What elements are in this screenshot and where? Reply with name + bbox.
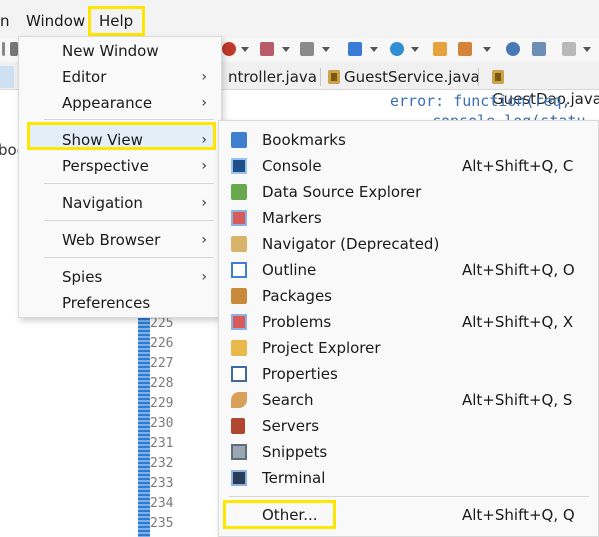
servers-icon bbox=[231, 418, 245, 434]
chevron-down-icon[interactable] bbox=[241, 47, 249, 52]
menu-bar: n Window Help bbox=[0, 0, 599, 38]
chevron-down-icon[interactable] bbox=[282, 47, 290, 52]
snippets-icon bbox=[231, 444, 247, 460]
project-explorer-icon bbox=[231, 340, 247, 356]
scope-indicator-bar bbox=[138, 290, 150, 537]
chevron-right-icon: › bbox=[201, 69, 207, 85]
chevron-down-icon[interactable] bbox=[483, 47, 491, 52]
run-icon[interactable] bbox=[222, 42, 236, 56]
open-folder-icon[interactable] bbox=[433, 42, 447, 56]
menu-item-project-explorer[interactable]: Project Explorer bbox=[219, 335, 599, 361]
tab-guest-service[interactable]: GuestService.java bbox=[328, 66, 480, 88]
menu-item-packages[interactable]: Packages bbox=[219, 283, 599, 309]
toolbar-grip-icon bbox=[2, 42, 5, 56]
menu-item-snippets[interactable]: Snippets bbox=[219, 439, 599, 465]
menu-item-web-browser[interactable]: Web Browser › bbox=[19, 227, 221, 253]
menu-item-outline[interactable]: Outline Alt+Shift+Q, O bbox=[219, 257, 599, 283]
java-file-icon bbox=[328, 70, 340, 84]
packages-icon bbox=[231, 288, 247, 304]
new-class-icon[interactable] bbox=[390, 42, 404, 56]
search-icon[interactable] bbox=[532, 42, 546, 56]
line-number: 229 bbox=[150, 396, 174, 411]
chevron-right-icon: › bbox=[201, 232, 207, 248]
menu-separator bbox=[44, 119, 214, 120]
menu-item-search[interactable]: Search Alt+Shift+Q, S bbox=[219, 387, 599, 413]
tab-guest-dao[interactable]: GuestDao.java bbox=[492, 66, 599, 108]
menu-item-problems[interactable]: Problems Alt+Shift+Q, X bbox=[219, 309, 599, 335]
rocket-icon[interactable] bbox=[458, 42, 472, 56]
line-number: 228 bbox=[150, 376, 174, 391]
menu-item-appearance[interactable]: Appearance › bbox=[19, 90, 221, 116]
menu-item-navigation[interactable]: Navigation › bbox=[19, 190, 221, 216]
code-line: console.log(statu bbox=[432, 112, 586, 120]
data-source-explorer-icon bbox=[231, 184, 247, 200]
navigator-icon bbox=[231, 236, 247, 252]
menu-separator bbox=[229, 496, 589, 497]
chevron-right-icon: › bbox=[201, 158, 207, 174]
line-number: 234 bbox=[150, 496, 174, 511]
menu-item-properties[interactable]: Properties bbox=[219, 361, 599, 387]
line-number: 232 bbox=[150, 456, 174, 471]
menu-item-spies[interactable]: Spies › bbox=[19, 264, 221, 290]
chevron-right-icon: › bbox=[201, 195, 207, 211]
chevron-right-icon: › bbox=[201, 132, 207, 148]
menu-item-perspective[interactable]: Perspective › bbox=[19, 153, 221, 179]
tab-divider bbox=[320, 68, 321, 86]
problems-icon bbox=[231, 314, 247, 330]
menu-separator bbox=[44, 220, 214, 221]
line-number: 233 bbox=[150, 476, 174, 491]
properties-icon bbox=[231, 366, 247, 382]
java-file-icon bbox=[492, 70, 504, 84]
code-line: error: function(req, bbox=[390, 92, 571, 110]
line-number: 226 bbox=[150, 336, 174, 351]
menu-separator bbox=[44, 183, 214, 184]
stop-icon[interactable] bbox=[260, 42, 274, 56]
outline-icon bbox=[231, 262, 247, 278]
menu-item-markers[interactable]: Markers bbox=[219, 205, 599, 231]
console-icon bbox=[231, 158, 247, 174]
menu-item-navigator[interactable]: Navigator (Deprecated) bbox=[219, 231, 599, 257]
line-numbers: 225 226 227 228 229 230 231 232 233 234 … bbox=[150, 314, 184, 534]
chevron-down-icon[interactable] bbox=[411, 47, 419, 52]
external-tools-icon[interactable] bbox=[300, 42, 314, 56]
tab-controller[interactable]: ntroller.java bbox=[228, 66, 317, 88]
menu-item-console[interactable]: Console Alt+Shift+Q, C bbox=[219, 153, 599, 179]
menu-window[interactable]: Window bbox=[22, 8, 89, 34]
line-number: 235 bbox=[150, 516, 174, 531]
search-icon bbox=[231, 392, 247, 408]
terminal-icon bbox=[231, 470, 247, 486]
chevron-right-icon: › bbox=[201, 95, 207, 111]
bookmarks-icon bbox=[231, 132, 247, 148]
globe-icon[interactable] bbox=[506, 42, 520, 56]
line-number: 231 bbox=[150, 436, 174, 451]
left-view-tab[interactable] bbox=[0, 66, 14, 88]
chevron-down-icon[interactable] bbox=[583, 47, 591, 52]
chevron-down-icon[interactable] bbox=[322, 47, 330, 52]
menu-item-data-source-explorer[interactable]: Data Source Explorer bbox=[219, 179, 599, 205]
menu-item-servers[interactable]: Servers bbox=[219, 413, 599, 439]
line-number: 230 bbox=[150, 416, 174, 431]
chevron-right-icon: › bbox=[201, 269, 207, 285]
next-annotation-icon[interactable] bbox=[562, 42, 576, 56]
toolbar-grip-icon bbox=[10, 42, 18, 56]
line-number: 227 bbox=[150, 356, 174, 371]
show-view-submenu: Bookmarks Console Alt+Shift+Q, C Data So… bbox=[218, 120, 599, 537]
menu-run[interactable]: n bbox=[0, 8, 14, 34]
menu-item-preferences[interactable]: Preferences bbox=[19, 290, 221, 316]
tab-divider bbox=[478, 68, 479, 86]
menu-item-show-view[interactable]: Show View › bbox=[19, 127, 221, 153]
menu-item-terminal[interactable]: Terminal bbox=[219, 465, 599, 491]
menu-help[interactable]: Help bbox=[88, 6, 145, 36]
menu-item-new-window[interactable]: New Window bbox=[19, 38, 221, 64]
menu-item-editor[interactable]: Editor › bbox=[19, 64, 221, 90]
menu-separator bbox=[44, 257, 214, 258]
window-menu: New Window Editor › Appearance › Show View… bbox=[18, 36, 222, 318]
chevron-down-icon[interactable] bbox=[370, 47, 378, 52]
menu-item-bookmarks[interactable]: Bookmarks bbox=[219, 127, 599, 153]
menu-item-other[interactable]: Other... Alt+Shift+Q, Q bbox=[219, 502, 599, 528]
markers-icon bbox=[231, 210, 247, 226]
new-server-icon[interactable] bbox=[348, 42, 362, 56]
